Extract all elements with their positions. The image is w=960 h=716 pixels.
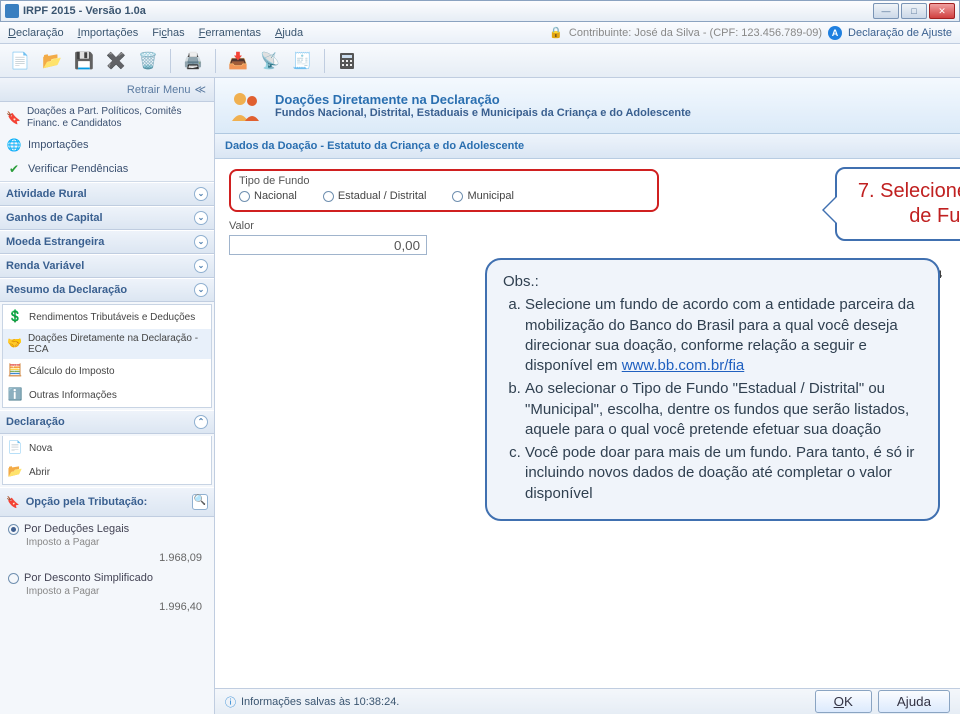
new-icon[interactable]: 📄: [6, 47, 34, 75]
radio-municipal[interactable]: Municipal: [452, 190, 513, 202]
window-titlebar: IRPF 2015 - Versão 1.0a — □ ✕: [0, 0, 960, 22]
radio-dot-icon: [323, 191, 334, 202]
info-icon: ⓘ: [225, 694, 236, 710]
chevron-down-icon: ⌄: [194, 235, 208, 249]
close-doc-icon[interactable]: ✖️: [102, 47, 130, 75]
obs-item-c: Você pode doar para mais de um fundo. Pa…: [525, 443, 922, 504]
money-icon: 💲: [7, 309, 23, 325]
radio-desconto-simplificado[interactable]: Por Desconto Simplificado: [8, 572, 206, 584]
sidebar-item-pendencias[interactable]: ✔ Verificar Pendências: [0, 157, 214, 181]
contribuinte-label: Contribuinte: José da Silva - (CPF: 123.…: [569, 27, 822, 39]
ajuste-icon: A: [828, 26, 842, 40]
obs-item-a: Selecione um fundo de acordo com a entid…: [525, 295, 922, 376]
section-title: Dados da Doação - Estatuto da Criança e …: [215, 134, 960, 159]
receipt-icon[interactable]: 🧾: [288, 47, 316, 75]
accordion-ganhos-capital[interactable]: Ganhos de Capital⌄: [0, 206, 214, 230]
accordion-resumo[interactable]: Resumo da Declaração⌄: [0, 278, 214, 302]
app-icon: [5, 4, 19, 18]
list-item-calculo[interactable]: 🧮 Cálculo do Imposto: [3, 359, 211, 383]
accordion-declaracao[interactable]: Declaração⌃: [0, 410, 214, 434]
ficha-list: 💲 Rendimentos Tributáveis e Deduções 🤝 D…: [2, 304, 212, 408]
menu-declaracao[interactable]: Declaração: [8, 27, 64, 39]
info-icon: ℹ️: [7, 387, 23, 403]
annotation-obs: Obs.: Selecione um fundo de acordo com a…: [485, 258, 940, 521]
status-saved: Informações salvas às 10:38:24.: [241, 696, 399, 708]
radio-nacional[interactable]: Nacional: [239, 190, 297, 202]
radio-dot-icon: [8, 573, 19, 584]
import-icon[interactable]: 📥: [224, 47, 252, 75]
menu-fichas[interactable]: Fichas: [152, 27, 184, 39]
flag-icon: 🔖: [6, 110, 21, 126]
open-icon[interactable]: 📂: [38, 47, 66, 75]
chevron-left-icon: ≪: [194, 83, 206, 96]
imposto-label: Imposto a Pagar: [26, 537, 206, 548]
ajuste-label: Declaração de Ajuste: [848, 27, 952, 39]
link-bb-fia[interactable]: www.bb.com.br/fia: [622, 357, 745, 374]
imposto-label-2: Imposto a Pagar: [26, 586, 206, 597]
list-item-nova[interactable]: 📄 Nova: [3, 436, 211, 460]
delete-icon[interactable]: 🗑️: [134, 47, 162, 75]
chevron-down-icon: ⌄: [194, 211, 208, 225]
declaracao-list: 📄 Nova 📂 Abrir: [2, 436, 212, 485]
chevron-up-icon: ⌃: [194, 415, 208, 429]
tipo-fundo-group: Tipo de Fundo Nacional Estadual / Distri…: [229, 169, 659, 212]
check-icon: ✔: [6, 161, 22, 177]
tipo-fundo-label: Tipo de Fundo: [239, 175, 649, 187]
ok-button[interactable]: OK: [815, 690, 872, 713]
main-panel: Doações Diretamente na Declaração Fundos…: [215, 78, 960, 714]
menu-importacoes[interactable]: Importações: [78, 27, 139, 39]
transmit-icon[interactable]: 📡: [256, 47, 284, 75]
opcao-tributacao-header: 🔖 Opção pela Tributação: 🔍: [0, 487, 214, 517]
print-icon[interactable]: 🖨️: [179, 47, 207, 75]
sidebar-item-doacoes-partidos[interactable]: 🔖 Doações a Part. Políticos, Comitês Fin…: [0, 102, 214, 133]
lock-icon: 🔒: [549, 26, 563, 39]
doc-icon: 📄: [7, 440, 23, 456]
valor-input[interactable]: [229, 235, 427, 255]
family-icon: [227, 87, 265, 125]
toolbar: 📄 📂 💾 ✖️ 🗑️ 🖨️ 📥 📡 🧾: [0, 44, 960, 78]
list-item-abrir[interactable]: 📂 Abrir: [3, 460, 211, 484]
list-item-outras[interactable]: ℹ️ Outras Informações: [3, 383, 211, 407]
list-item-rendimentos[interactable]: 💲 Rendimentos Tributáveis e Deduções: [3, 305, 211, 329]
statusbar: ⓘ Informações salvas às 10:38:24. OK Aju…: [215, 688, 960, 714]
list-item-doacoes-eca[interactable]: 🤝 Doações Diretamente na Declaração - EC…: [3, 329, 211, 359]
accordion-moeda-estrangeira[interactable]: Moeda Estrangeira⌄: [0, 230, 214, 254]
chevron-down-icon: ⌄: [194, 283, 208, 297]
radio-deducoes-legais[interactable]: Por Deduções Legais: [8, 523, 206, 535]
calculator-icon[interactable]: [333, 47, 361, 75]
sidebar: Retrair Menu ≪ 🔖 Doações a Part. Polític…: [0, 78, 215, 714]
panel-header: Doações Diretamente na Declaração Fundos…: [215, 78, 960, 134]
sidebar-item-importacoes[interactable]: 🌐 Importações: [0, 133, 214, 157]
maximize-button[interactable]: □: [901, 3, 927, 19]
radio-dot-icon: [452, 191, 463, 202]
chevron-down-icon: ⌄: [194, 187, 208, 201]
radio-estadual[interactable]: Estadual / Distrital: [323, 190, 427, 202]
window-title: IRPF 2015 - Versão 1.0a: [23, 5, 873, 17]
close-button[interactable]: ✕: [929, 3, 955, 19]
chevron-down-icon: ⌄: [194, 259, 208, 273]
accordion-atividade-rural[interactable]: Atividade Rural⌄: [0, 182, 214, 206]
panel-subtitle: Fundos Nacional, Distrital, Estaduais e …: [275, 107, 691, 119]
imposto-valor-1: 1.968,09: [8, 552, 202, 564]
save-icon[interactable]: 💾: [70, 47, 98, 75]
annotation-step-7: 7. Selecione um "Tipo de Fundo": [835, 167, 960, 241]
tag-icon: 🔖: [6, 496, 20, 509]
import-icon: 🌐: [6, 137, 22, 153]
imposto-valor-2: 1.996,40: [8, 601, 202, 613]
menubar: Declaração Importações Fichas Ferramenta…: [0, 22, 960, 44]
obs-item-b: Ao selecionar o Tipo de Fundo "Estadual …: [525, 379, 922, 440]
hands-icon: 🤝: [7, 336, 22, 352]
panel-title: Doações Diretamente na Declaração: [275, 92, 691, 107]
menu-ferramentas[interactable]: Ferramentas: [199, 27, 261, 39]
help-button[interactable]: Ajuda: [878, 690, 950, 713]
minimize-button[interactable]: —: [873, 3, 899, 19]
accordion-renda-variavel[interactable]: Renda Variável⌄: [0, 254, 214, 278]
calc-icon: 🧮: [7, 363, 23, 379]
radio-dot-icon: [239, 191, 250, 202]
search-icon[interactable]: 🔍: [192, 494, 208, 510]
folder-icon: 📂: [7, 464, 23, 480]
menu-ajuda[interactable]: Ajuda: [275, 27, 303, 39]
radio-dot-icon: [8, 524, 19, 535]
collapse-menu-button[interactable]: Retrair Menu ≪: [0, 78, 214, 102]
